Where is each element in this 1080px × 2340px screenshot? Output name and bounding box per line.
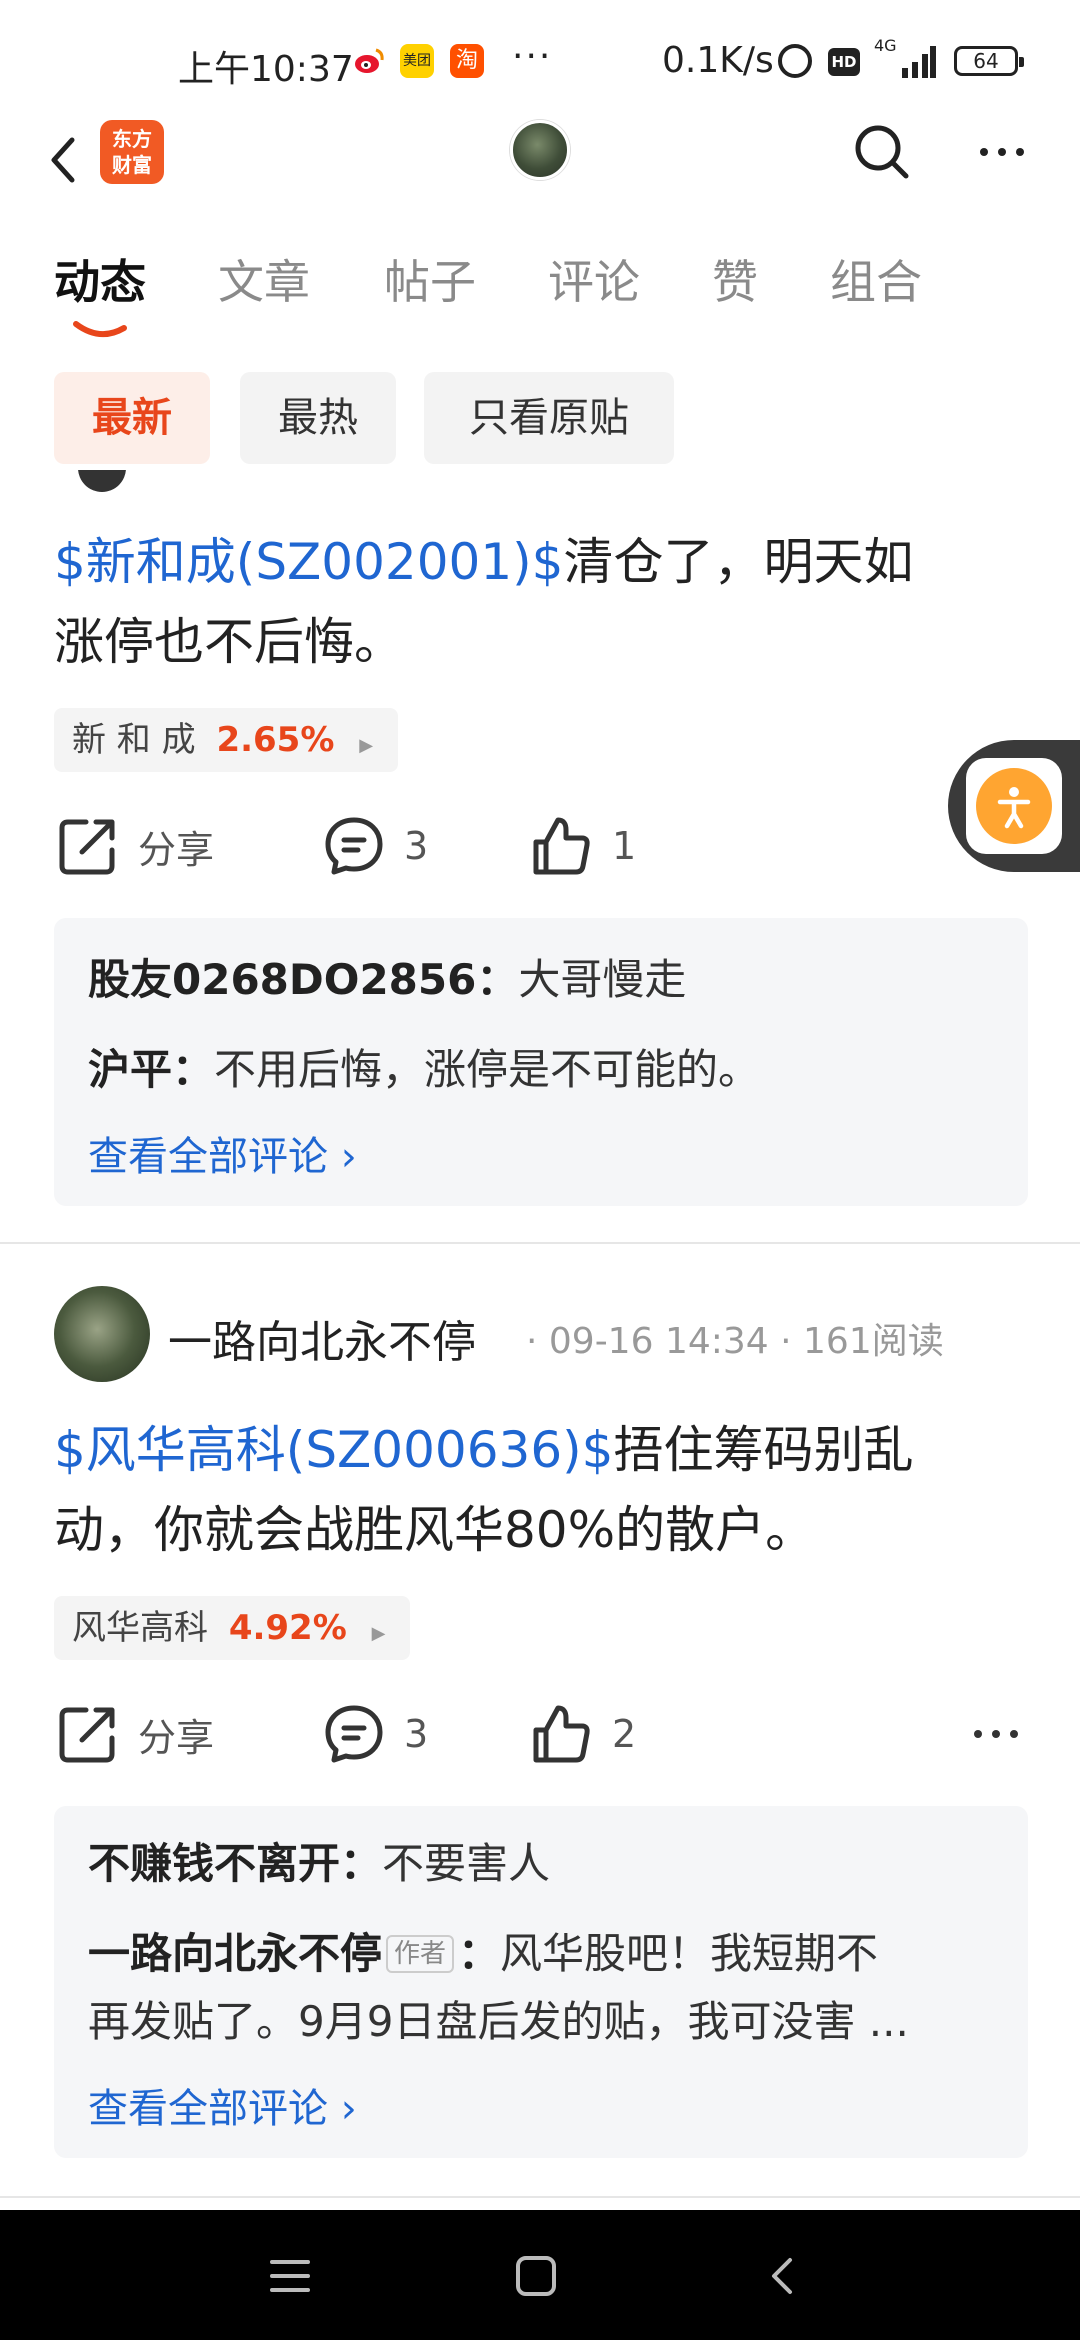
share-button[interactable]: 分享: [56, 1694, 214, 1774]
comment-button[interactable]: 3: [322, 1694, 428, 1774]
tab-underline: [73, 321, 127, 337]
network-speed: 0.1K/s: [662, 40, 774, 81]
floating-assist-panel: [948, 740, 1080, 872]
stock-pct: 4.92%: [228, 1608, 347, 1648]
more-icon[interactable]: [970, 120, 1034, 184]
tab-likes[interactable]: 赞: [712, 246, 758, 312]
filter-hot[interactable]: 最热: [240, 372, 396, 464]
post-2-stock-link[interactable]: $风华高科(SZ000636)$: [54, 1421, 614, 1479]
tab-dynamic[interactable]: 动态: [54, 246, 146, 312]
tab-articles[interactable]: 文章: [218, 246, 310, 312]
accessibility-button[interactable]: [976, 768, 1052, 844]
post-2-text[interactable]: $风华高科(SZ000636)$捂住筹码别乱 动，你就会战胜风华80%的散户。: [54, 1410, 1024, 1570]
share-icon: [59, 1707, 115, 1763]
comment-button[interactable]: 3: [322, 806, 428, 886]
user-name[interactable]: 一路向北永不停: [168, 1306, 476, 1370]
user-avatar[interactable]: [54, 1286, 150, 1382]
thumbs-up-icon: [533, 817, 590, 875]
post-more-icon[interactable]: [966, 1704, 1026, 1764]
hd-icon: HD: [828, 48, 860, 76]
status-bar: 上午10:37 美团 淘 ··· 0.1K/s HD 4G 64: [0, 0, 1080, 120]
comment-item: 不赚钱不离开：不要害人: [88, 1839, 551, 1888]
like-button[interactable]: 2: [530, 1694, 636, 1774]
system-nav-bar: [0, 2210, 1080, 2340]
view-all-comments-link[interactable]: 查看全部评论 ›: [88, 1124, 357, 1182]
thumbs-up-icon: [533, 1705, 590, 1763]
alarm-icon: [778, 44, 812, 78]
back-nav-icon[interactable]: [754, 2246, 814, 2306]
comment-icon: [325, 817, 383, 875]
status-more-dots: ···: [512, 36, 553, 77]
post-1-stock-link[interactable]: $新和成(SZ002001)$: [54, 533, 564, 591]
signal-icon: [902, 46, 936, 78]
header-avatar[interactable]: [510, 120, 570, 180]
meituan-icon: 美团: [400, 44, 434, 78]
share-button[interactable]: 分享: [56, 806, 214, 886]
comment-item-continued: 再发贴了。9月9日盘后发的贴，我可没害 ...: [88, 1997, 909, 2046]
comment-item: 沪平：不用后悔，涨停是不可能的。: [88, 1045, 761, 1094]
tab-comments[interactable]: 评论: [548, 246, 640, 312]
post-1-stock-tag[interactable]: 新 和 成 2.65% ▶: [54, 708, 398, 772]
comment-item: 股友0268DO2856：大哥慢走: [88, 955, 687, 1004]
filter-original-only[interactable]: 只看原贴: [424, 372, 674, 464]
post-divider: [0, 2196, 1080, 2198]
top-header: 东方 财富: [0, 110, 1080, 210]
back-icon[interactable]: [40, 120, 100, 200]
play-arrow-icon: ▶: [371, 1623, 386, 1644]
comment-item: 一路向北永不停 作者 ：风华股吧！我短期不: [88, 1929, 879, 1978]
taobao-icon: 淘: [450, 44, 484, 78]
post-1-text[interactable]: $新和成(SZ002001)$清仓了，明天如 涨停也不后悔。: [54, 522, 1024, 682]
post-2-comments[interactable]: 不赚钱不离开：不要害人 一路向北永不停 作者 ：风华股吧！我短期不 再发贴了。9月9…: [54, 1806, 1028, 2158]
tab-portfolio[interactable]: 组合: [830, 246, 922, 312]
profile-tabs: 动态 文章 帖子 评论 赞 组合: [0, 240, 1080, 340]
post-1-comments[interactable]: 股友0268DO2856：大哥慢走 沪平：不用后悔，涨停是不可能的。 查看全部评…: [54, 918, 1028, 1206]
view-all-comments-link[interactable]: 查看全部评论 ›: [88, 2076, 357, 2134]
post-2-author-row: 一路向北永不停 · 09-16 14:34 · 161阅读: [54, 1286, 1034, 1386]
like-button[interactable]: 1: [530, 806, 636, 886]
post-2-actions: 分享 3 2: [0, 1694, 1080, 1774]
post-divider: [0, 1242, 1080, 1244]
post-1-actions: 分享 3 1: [0, 806, 1080, 886]
eastmoney-logo: 东方 财富: [100, 120, 164, 184]
tab-posts[interactable]: 帖子: [384, 246, 476, 312]
share-icon: [59, 819, 115, 875]
filter-latest[interactable]: 最新: [54, 372, 210, 464]
weibo-icon: [352, 44, 386, 78]
battery-icon: 64: [954, 46, 1024, 76]
avatar-partial: [78, 470, 126, 492]
author-badge: 作者: [386, 1935, 455, 1973]
search-icon[interactable]: [850, 120, 914, 184]
play-arrow-icon: ▶: [359, 735, 374, 756]
post-meta: · 09-16 14:34 · 161阅读: [526, 1321, 944, 1362]
stock-pct: 2.65%: [216, 720, 335, 760]
home-icon[interactable]: [506, 2246, 566, 2306]
post-2-stock-tag[interactable]: 风华高科 4.92% ▶: [54, 1596, 410, 1660]
status-time: 上午10:37: [178, 49, 354, 90]
comment-icon: [325, 1705, 383, 1763]
accessibility-icon: [997, 787, 1031, 829]
menu-icon[interactable]: [260, 2246, 320, 2306]
